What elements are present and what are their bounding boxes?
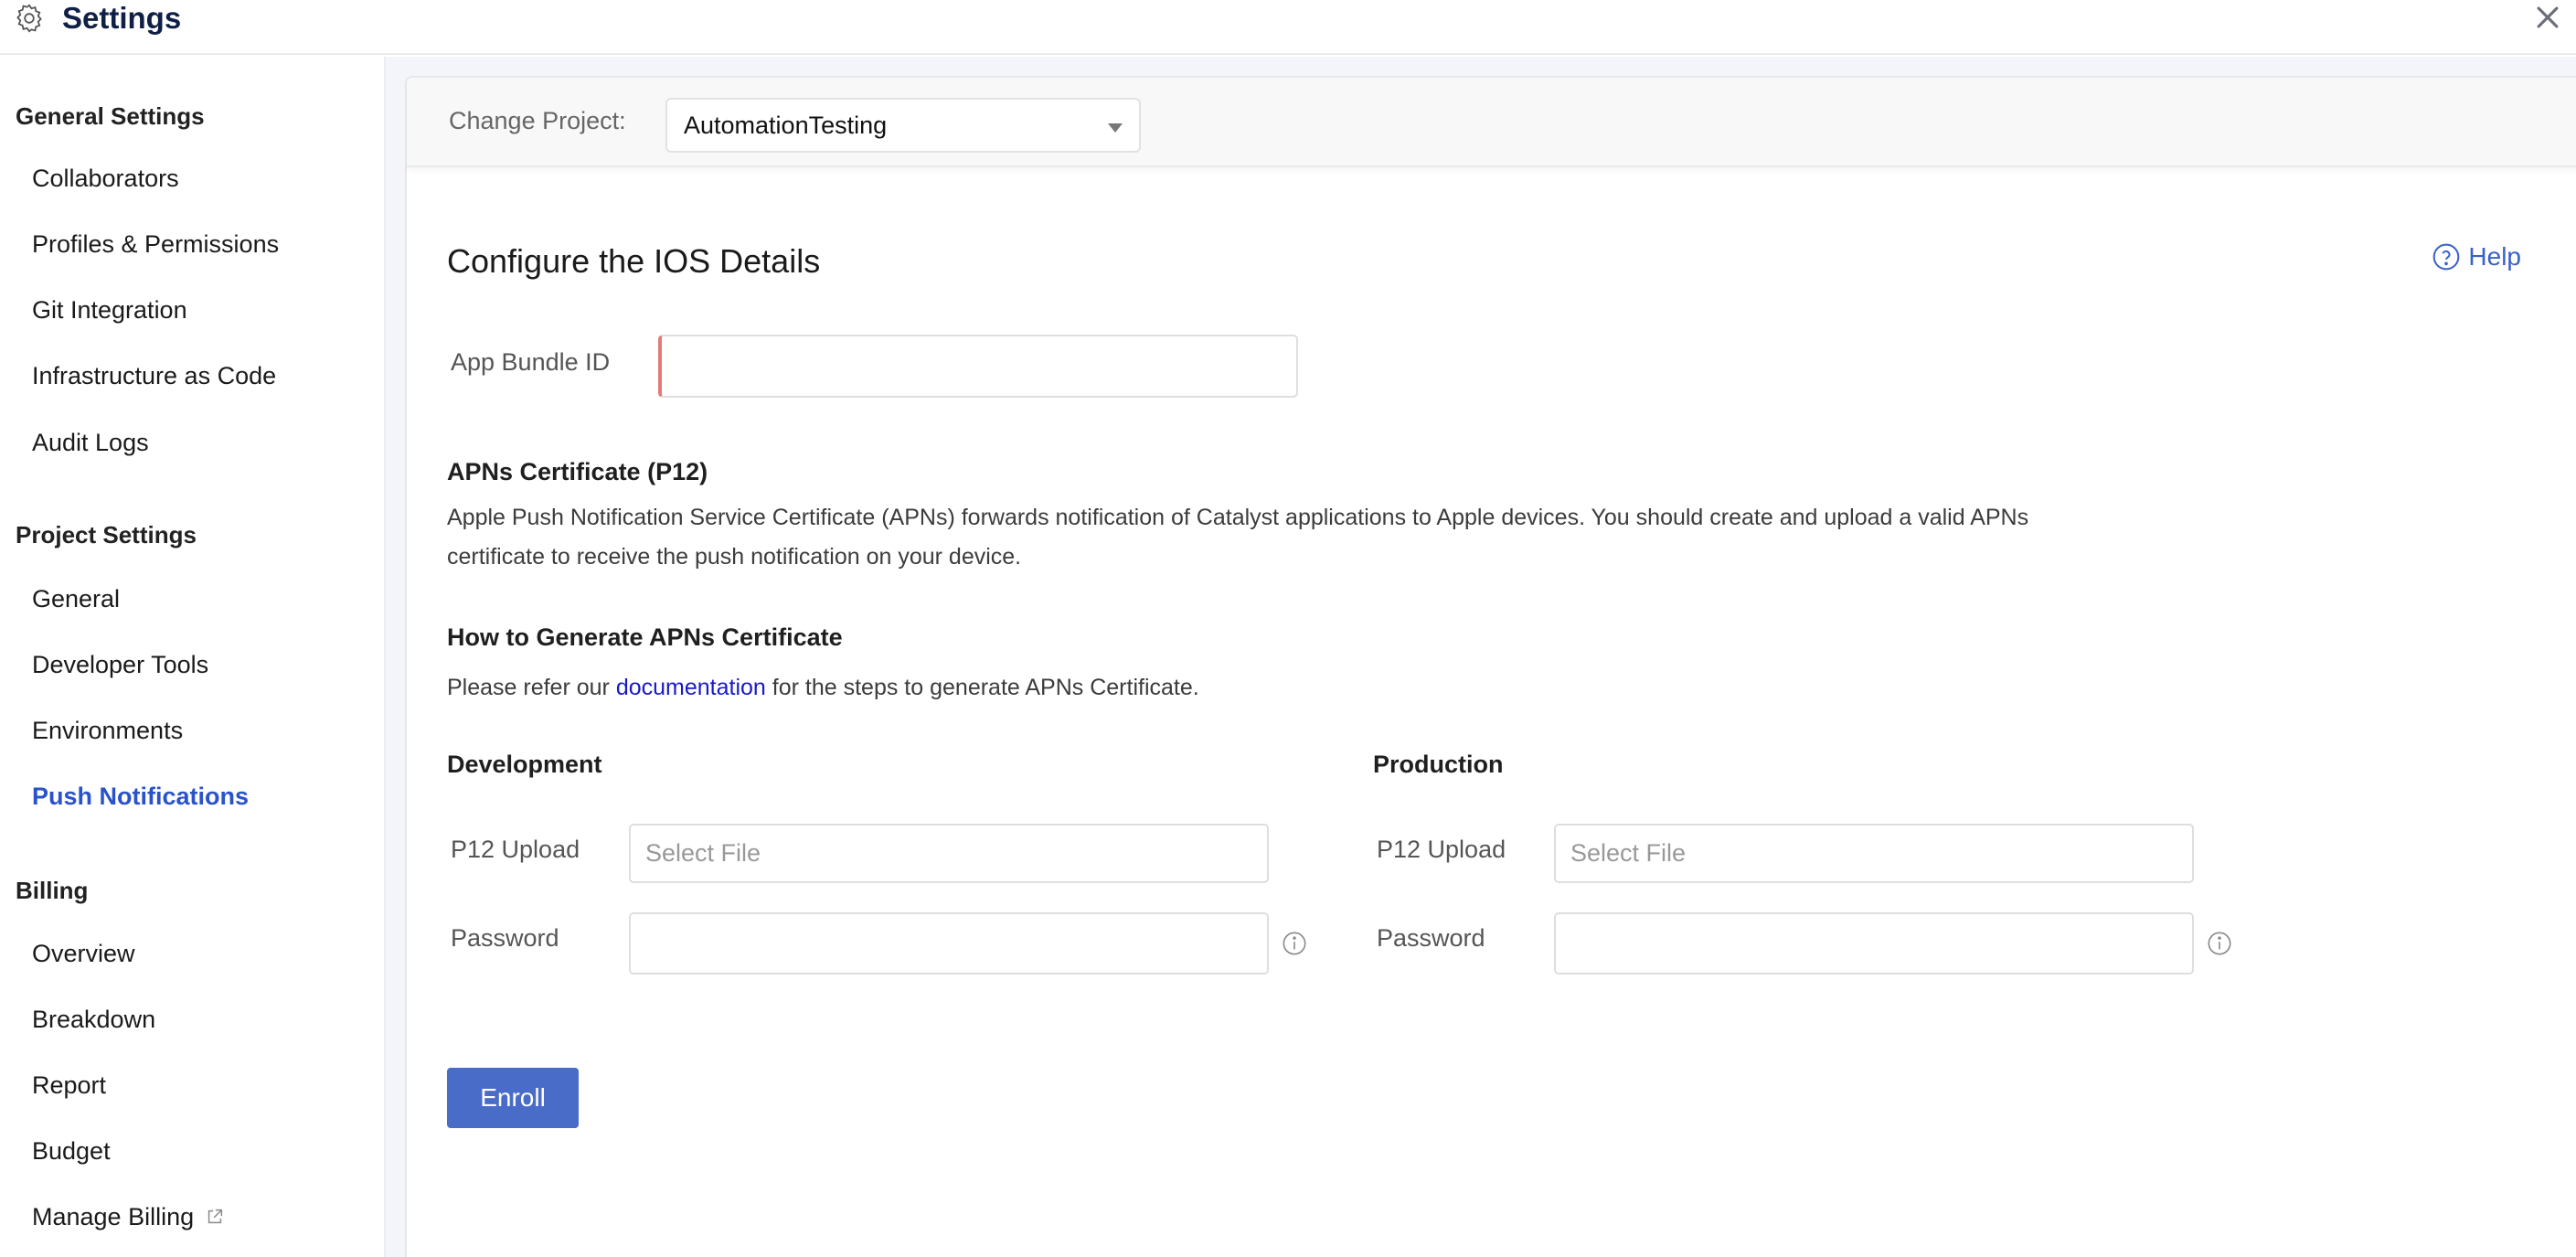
sidebar-item-push-notifications[interactable]: Push Notifications (32, 783, 249, 811)
chevron-down-icon (1108, 123, 1123, 133)
info-icon[interactable] (1282, 931, 1307, 956)
howto-title: How to Generate APNs Certificate (447, 623, 843, 651)
sidebar-group-general-settings: General Settings (16, 102, 205, 130)
development-title: Development (447, 751, 602, 778)
help-label: Help (2468, 242, 2521, 271)
title-bar: Settings (0, 0, 2576, 55)
sidebar-group-billing: Billing (16, 877, 89, 904)
howto-text-before: Please refer our (447, 675, 616, 700)
sidebar-divider (384, 57, 386, 1257)
sidebar-item-environments[interactable]: Environments (32, 717, 183, 745)
sidebar-item-label: Manage Billing (32, 1203, 195, 1230)
enroll-button[interactable]: Enroll (447, 1068, 579, 1128)
page-title: Configure the IOS Details (447, 242, 821, 280)
prod-password-input[interactable] (1554, 912, 2194, 975)
sidebar-item-collaborators[interactable]: Collaborators (32, 165, 179, 193)
info-icon[interactable] (2207, 931, 2232, 956)
sidebar-item-infrastructure-as-code[interactable]: Infrastructure as Code (32, 362, 276, 390)
sidebar-item-general[interactable]: General (32, 585, 120, 613)
change-project-label: Change Project: (449, 107, 626, 134)
prod-p12-upload-input[interactable]: Select File (1554, 824, 2194, 883)
help-icon (2433, 243, 2460, 271)
external-link-icon (208, 1209, 223, 1224)
sidebar-item-budget[interactable]: Budget (32, 1137, 111, 1166)
bundle-id-input[interactable] (658, 335, 1298, 398)
sidebar-item-manage-billing[interactable]: Manage Billing (32, 1203, 225, 1231)
gear-icon (16, 4, 42, 33)
apns-title: APNs Certificate (P12) (447, 458, 708, 485)
sidebar-group-project-settings: Project Settings (16, 521, 197, 549)
sidebar-item-report[interactable]: Report (32, 1071, 106, 1100)
window-title: Settings (62, 1, 182, 35)
sidebar-item-git-integration[interactable]: Git Integration (32, 296, 187, 325)
project-select-value: AutomationTesting (684, 112, 888, 139)
dev-upload-label: P12 Upload (451, 836, 580, 863)
sidebar-item-developer-tools[interactable]: Developer Tools (32, 651, 208, 679)
sidebar-item-breakdown[interactable]: Breakdown (32, 1006, 155, 1034)
help-link[interactable]: Help (2432, 242, 2521, 272)
project-select[interactable]: AutomationTesting (665, 98, 1141, 153)
bundle-id-label: App Bundle ID (451, 348, 611, 376)
sidebar-item-profiles-permissions[interactable]: Profiles & Permissions (32, 230, 279, 259)
sidebar-item-audit-logs[interactable]: Audit Logs (32, 429, 149, 457)
apns-description: Apple Push Notification Service Certific… (447, 505, 2029, 570)
howto-text-after: for the steps to generate APNs Certifica… (765, 675, 1199, 700)
project-bar: Change Project: AutomationTesting (407, 78, 2576, 167)
sidebar: General Settings Collaborators Profiles … (0, 57, 384, 1257)
dev-password-input[interactable] (629, 912, 1269, 975)
documentation-link[interactable]: documentation (616, 675, 766, 700)
main-panel: Change Project: AutomationTesting Config… (405, 76, 2576, 1257)
close-icon[interactable] (2532, 2, 2563, 33)
dev-p12-upload-input[interactable]: Select File (629, 824, 1269, 883)
production-title: Production (1373, 751, 1504, 778)
dev-password-label: Password (451, 924, 559, 952)
sidebar-item-overview[interactable]: Overview (32, 940, 135, 968)
prod-password-label: Password (1377, 924, 1485, 952)
howto-text: Please refer our documentation for the s… (447, 668, 2074, 708)
prod-upload-label: P12 Upload (1377, 836, 1506, 863)
